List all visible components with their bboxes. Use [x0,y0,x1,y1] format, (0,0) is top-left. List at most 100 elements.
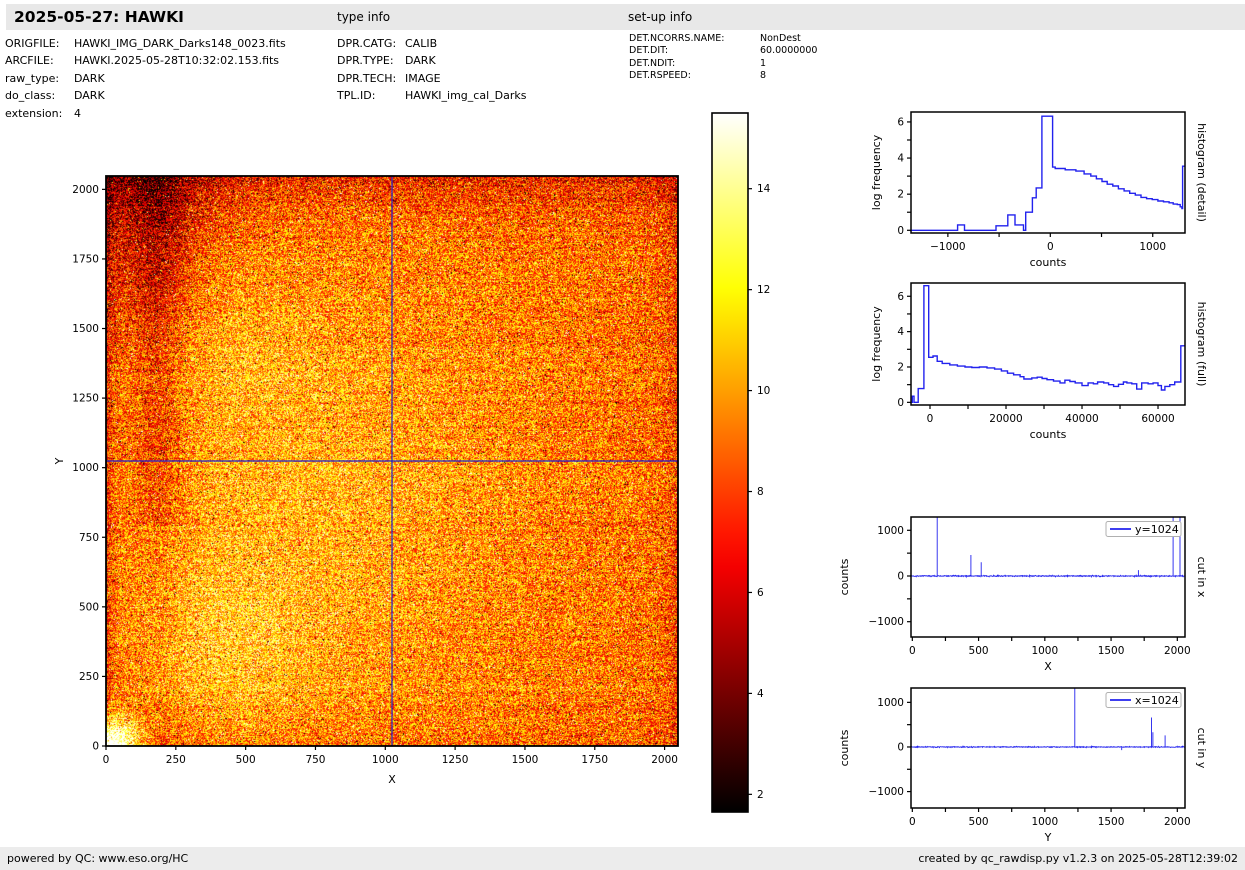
svg-text:500: 500 [969,816,989,828]
x-axis-label: counts [1030,428,1067,441]
header-bar: 2025-05-27: HAWKI type info set-up info [6,4,1245,30]
x-ticks: 0 500 1000 1500 2000 [909,808,1191,828]
side-label: cut in x [1195,557,1208,598]
colorbar: 2 4 6 8 10 12 14 [711,112,771,813]
field-label: DPR.TECH: [337,71,397,85]
svg-text:1000: 1000 [372,754,399,766]
main-y-axis-label: Y [53,457,66,465]
file-info-row: ORIGFILE: HAWKI_IMG_DARK_Darks148_0023.fi… [5,35,286,52]
side-label: cut in y [1195,728,1208,769]
y-axis-label: log frequency [870,134,883,210]
svg-text:1000: 1000 [877,697,904,709]
field-label: raw_type: [5,71,60,85]
svg-text:1750: 1750 [72,253,99,265]
setup-info-heading: set-up info [628,10,693,24]
field-label: do_class: [5,89,56,103]
field-label: DET.NCORRS.NAME: [629,33,725,44]
svg-text:6: 6 [897,291,904,303]
field-value: NonDest [760,33,801,44]
legend-label: y=1024 [1135,523,1179,536]
main-x-ticks: 0 250 500 750 1000 1250 1500 1750 2000 [103,746,678,766]
file-info-row: do_class: DARK [5,87,286,104]
y-ticks: 0 2 4 6 [897,116,911,237]
hist-detail-series [911,115,1185,231]
cut-y-series [911,688,1185,751]
svg-text:60000: 60000 [1141,413,1174,425]
svg-text:2000: 2000 [1164,816,1191,828]
svg-text:4: 4 [757,688,764,700]
svg-text:1500: 1500 [1098,816,1125,828]
svg-text:−1000: −1000 [930,241,966,253]
setup-info-row: DET.NDIT: 1 [629,58,817,70]
svg-text:1750: 1750 [581,754,608,766]
svg-text:750: 750 [305,754,325,766]
y-axis-label: log frequency [870,306,883,382]
field-label: ARCFILE: [5,54,54,68]
svg-text:6: 6 [757,587,764,599]
field-label: DET.NDIT: [629,57,676,69]
svg-text:0: 0 [927,413,934,425]
field-value: 1 [760,57,767,69]
x-axis-label: Y [1044,831,1052,844]
svg-text:−1000: −1000 [868,786,904,798]
svg-text:2: 2 [897,361,904,373]
file-info-row: extension: 4 [5,105,286,122]
x-ticks: −1000 0 1000 [930,233,1166,253]
setup-info-table: DET.NCORRS.NAME: NonDest DET.DIT: 60.00000… [629,30,817,82]
svg-text:500: 500 [969,645,989,657]
svg-text:1500: 1500 [512,754,539,766]
y-ticks: −1000 0 1000 [868,697,911,798]
svg-text:8: 8 [757,486,764,498]
svg-text:10: 10 [757,385,770,397]
x-ticks: 0 500 1000 1500 2000 [909,637,1191,657]
page-title: 2025-05-27: HAWKI [14,8,184,26]
field-value: 4 [74,106,81,120]
field-value: HAWKI.2025-05-28T10:32:02.153.fits [74,54,280,68]
svg-text:2: 2 [897,189,904,201]
svg-text:0: 0 [897,225,904,237]
svg-text:500: 500 [79,601,99,613]
x-axis-label: X [1044,660,1052,673]
main-x-axis-label: X [388,773,396,786]
svg-text:0: 0 [92,741,99,753]
svg-text:4: 4 [897,326,904,338]
y-axis-label: counts [838,558,851,595]
footer-right-text: created by qc_rawdisp.py v1.2.3 on 2025-… [918,852,1238,865]
type-info-table: DPR.CATG: CALIB DPR.TYPE: DARK DPR.TECH: IM… [337,30,526,105]
setup-info-row: DET.DIT: 60.0000000 [629,45,817,57]
svg-text:750: 750 [79,532,99,544]
svg-text:1000: 1000 [72,462,99,474]
svg-text:1250: 1250 [72,393,99,405]
svg-text:0: 0 [103,754,110,766]
file-info-table: ORIGFILE: HAWKI_IMG_DARK_Darks148_0023.fi… [5,30,286,122]
svg-text:40000: 40000 [1065,413,1098,425]
svg-text:1500: 1500 [72,323,99,335]
svg-text:0: 0 [909,816,916,828]
svg-text:1500: 1500 [1098,645,1125,657]
hist-full-plot: 0 20000 40000 60000 0 2 4 6 counts log frequency h… [870,282,1208,441]
type-info-row: DPR.TYPE: DARK [337,52,526,69]
footer-left-text: powered by QC: www.eso.org/HC [7,852,189,865]
field-label: TPL.ID: [337,89,376,103]
hist-detail-plot: −1000 0 1000 0 2 4 6 counts log frequency histogr… [870,111,1208,269]
svg-text:1000: 1000 [1031,816,1058,828]
field-label: DET.RSPEED: [629,69,691,81]
cut-x-series [911,517,1185,579]
field-label: DPR.CATG: [337,37,397,50]
svg-text:4: 4 [897,153,904,165]
svg-text:1000: 1000 [1031,645,1058,657]
svg-text:20000: 20000 [989,413,1022,425]
side-label: histogram (full) [1195,302,1208,387]
svg-text:0: 0 [897,741,904,753]
field-value: HAWKI_IMG_DARK_Darks148_0023.fits [74,37,286,50]
type-info-row: TPL.ID: HAWKI_img_cal_Darks [337,87,526,104]
legend: y=1024 [1105,521,1182,537]
footer-bar: powered by QC: www.eso.org/HC created by… [0,847,1245,870]
svg-text:0: 0 [897,570,904,582]
field-label: DET.DIT: [629,45,669,57]
file-info-row: raw_type: DARK [5,70,286,87]
svg-text:6: 6 [897,116,904,128]
svg-text:250: 250 [166,754,186,766]
svg-text:500: 500 [236,754,256,766]
field-value: 60.0000000 [760,45,818,57]
